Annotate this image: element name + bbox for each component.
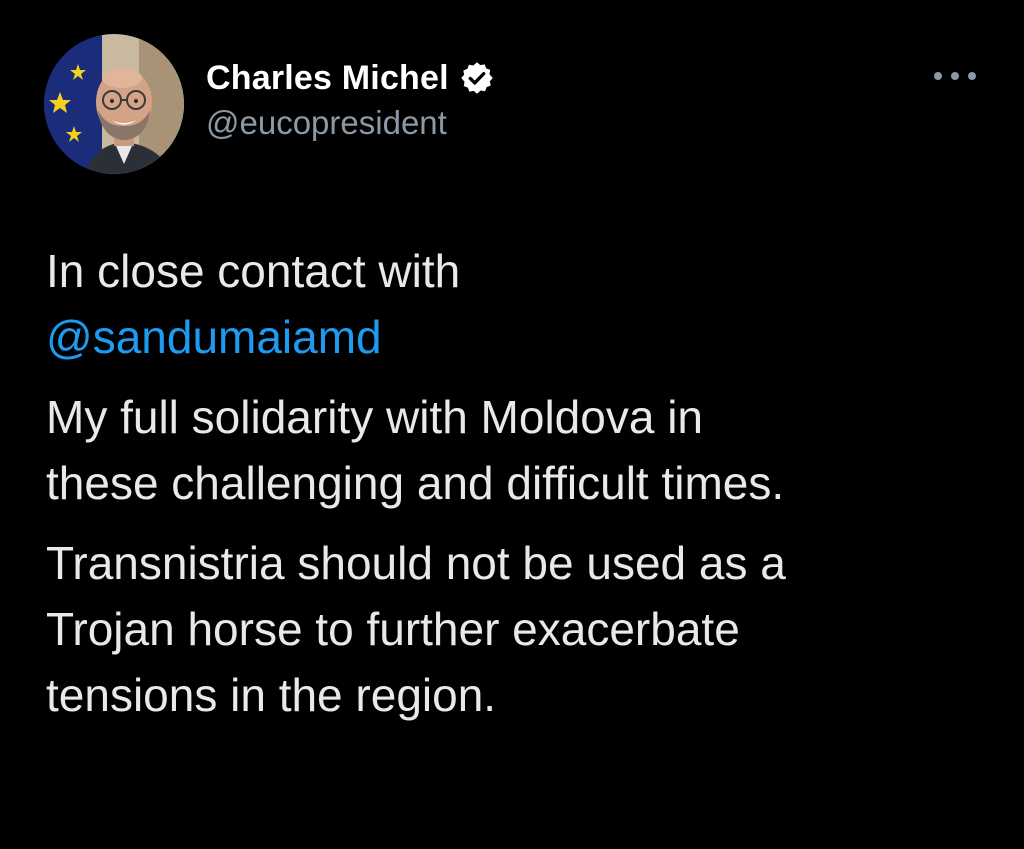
tweet-paragraph-3: Transnistria should not be used as a Tro…: [46, 530, 996, 728]
tweet-card: Charles Michel @eucopresident In close c…: [0, 0, 1024, 849]
ellipsis-dot: [968, 72, 976, 80]
verified-badge-icon: [459, 60, 495, 96]
tweet-text-line: Transnistria should not be used as a: [46, 537, 786, 589]
ellipsis-dot: [934, 72, 942, 80]
tweet-paragraph-1: In close contact with @sandumaiamd: [46, 238, 996, 370]
tweet-text-line: tensions in the region.: [46, 669, 497, 721]
author-name-row: Charles Michel: [206, 56, 495, 100]
author-handle[interactable]: @eucopresident: [206, 104, 495, 142]
tweet-text-line: these challenging and difficult times.: [46, 457, 785, 509]
tweet-body: In close contact with @sandumaiamd My fu…: [46, 238, 996, 742]
tweet-text-line: Trojan horse to further exacerbate: [46, 603, 740, 655]
tweet-paragraph-2: My full solidarity with Moldova in these…: [46, 384, 996, 516]
tweet-text-line: My full solidarity with Moldova in: [46, 391, 704, 443]
author-avatar[interactable]: [44, 34, 184, 174]
author-block: Charles Michel @eucopresident: [206, 56, 495, 142]
avatar-image: [44, 34, 184, 174]
tweet-text-line: In close contact with: [46, 245, 461, 297]
ellipsis-dot: [951, 72, 959, 80]
ellipsis-icon[interactable]: [934, 66, 976, 86]
mention-link[interactable]: @sandumaiamd: [46, 311, 382, 363]
author-display-name[interactable]: Charles Michel: [206, 59, 449, 98]
